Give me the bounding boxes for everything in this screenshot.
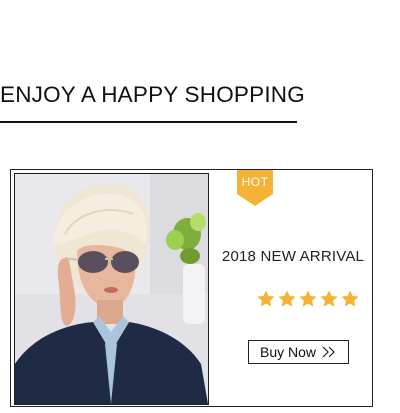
- star-icon: [257, 290, 275, 307]
- star-rating: [256, 289, 360, 309]
- buy-now-button[interactable]: Buy Now: [248, 340, 349, 364]
- promo-title: 2018 NEW ARRIVAL: [221, 248, 365, 265]
- headline-underline: [0, 121, 297, 123]
- star-icon: [341, 290, 359, 307]
- product-photo[interactable]: [14, 173, 209, 405]
- buy-now-label: Buy Now: [259, 344, 317, 360]
- star-icon: [299, 290, 317, 307]
- star-icon: [278, 290, 296, 307]
- hot-badge-label: HOT: [241, 175, 269, 189]
- headline: ENJOY A HAPPY SHOPPING: [0, 82, 305, 107]
- double-chevron-right-icon: [322, 346, 335, 358]
- star-icon: [320, 290, 338, 307]
- promo-banner[interactable]: HOT 2018 NEW ARRIVAL Buy Now: [10, 169, 373, 407]
